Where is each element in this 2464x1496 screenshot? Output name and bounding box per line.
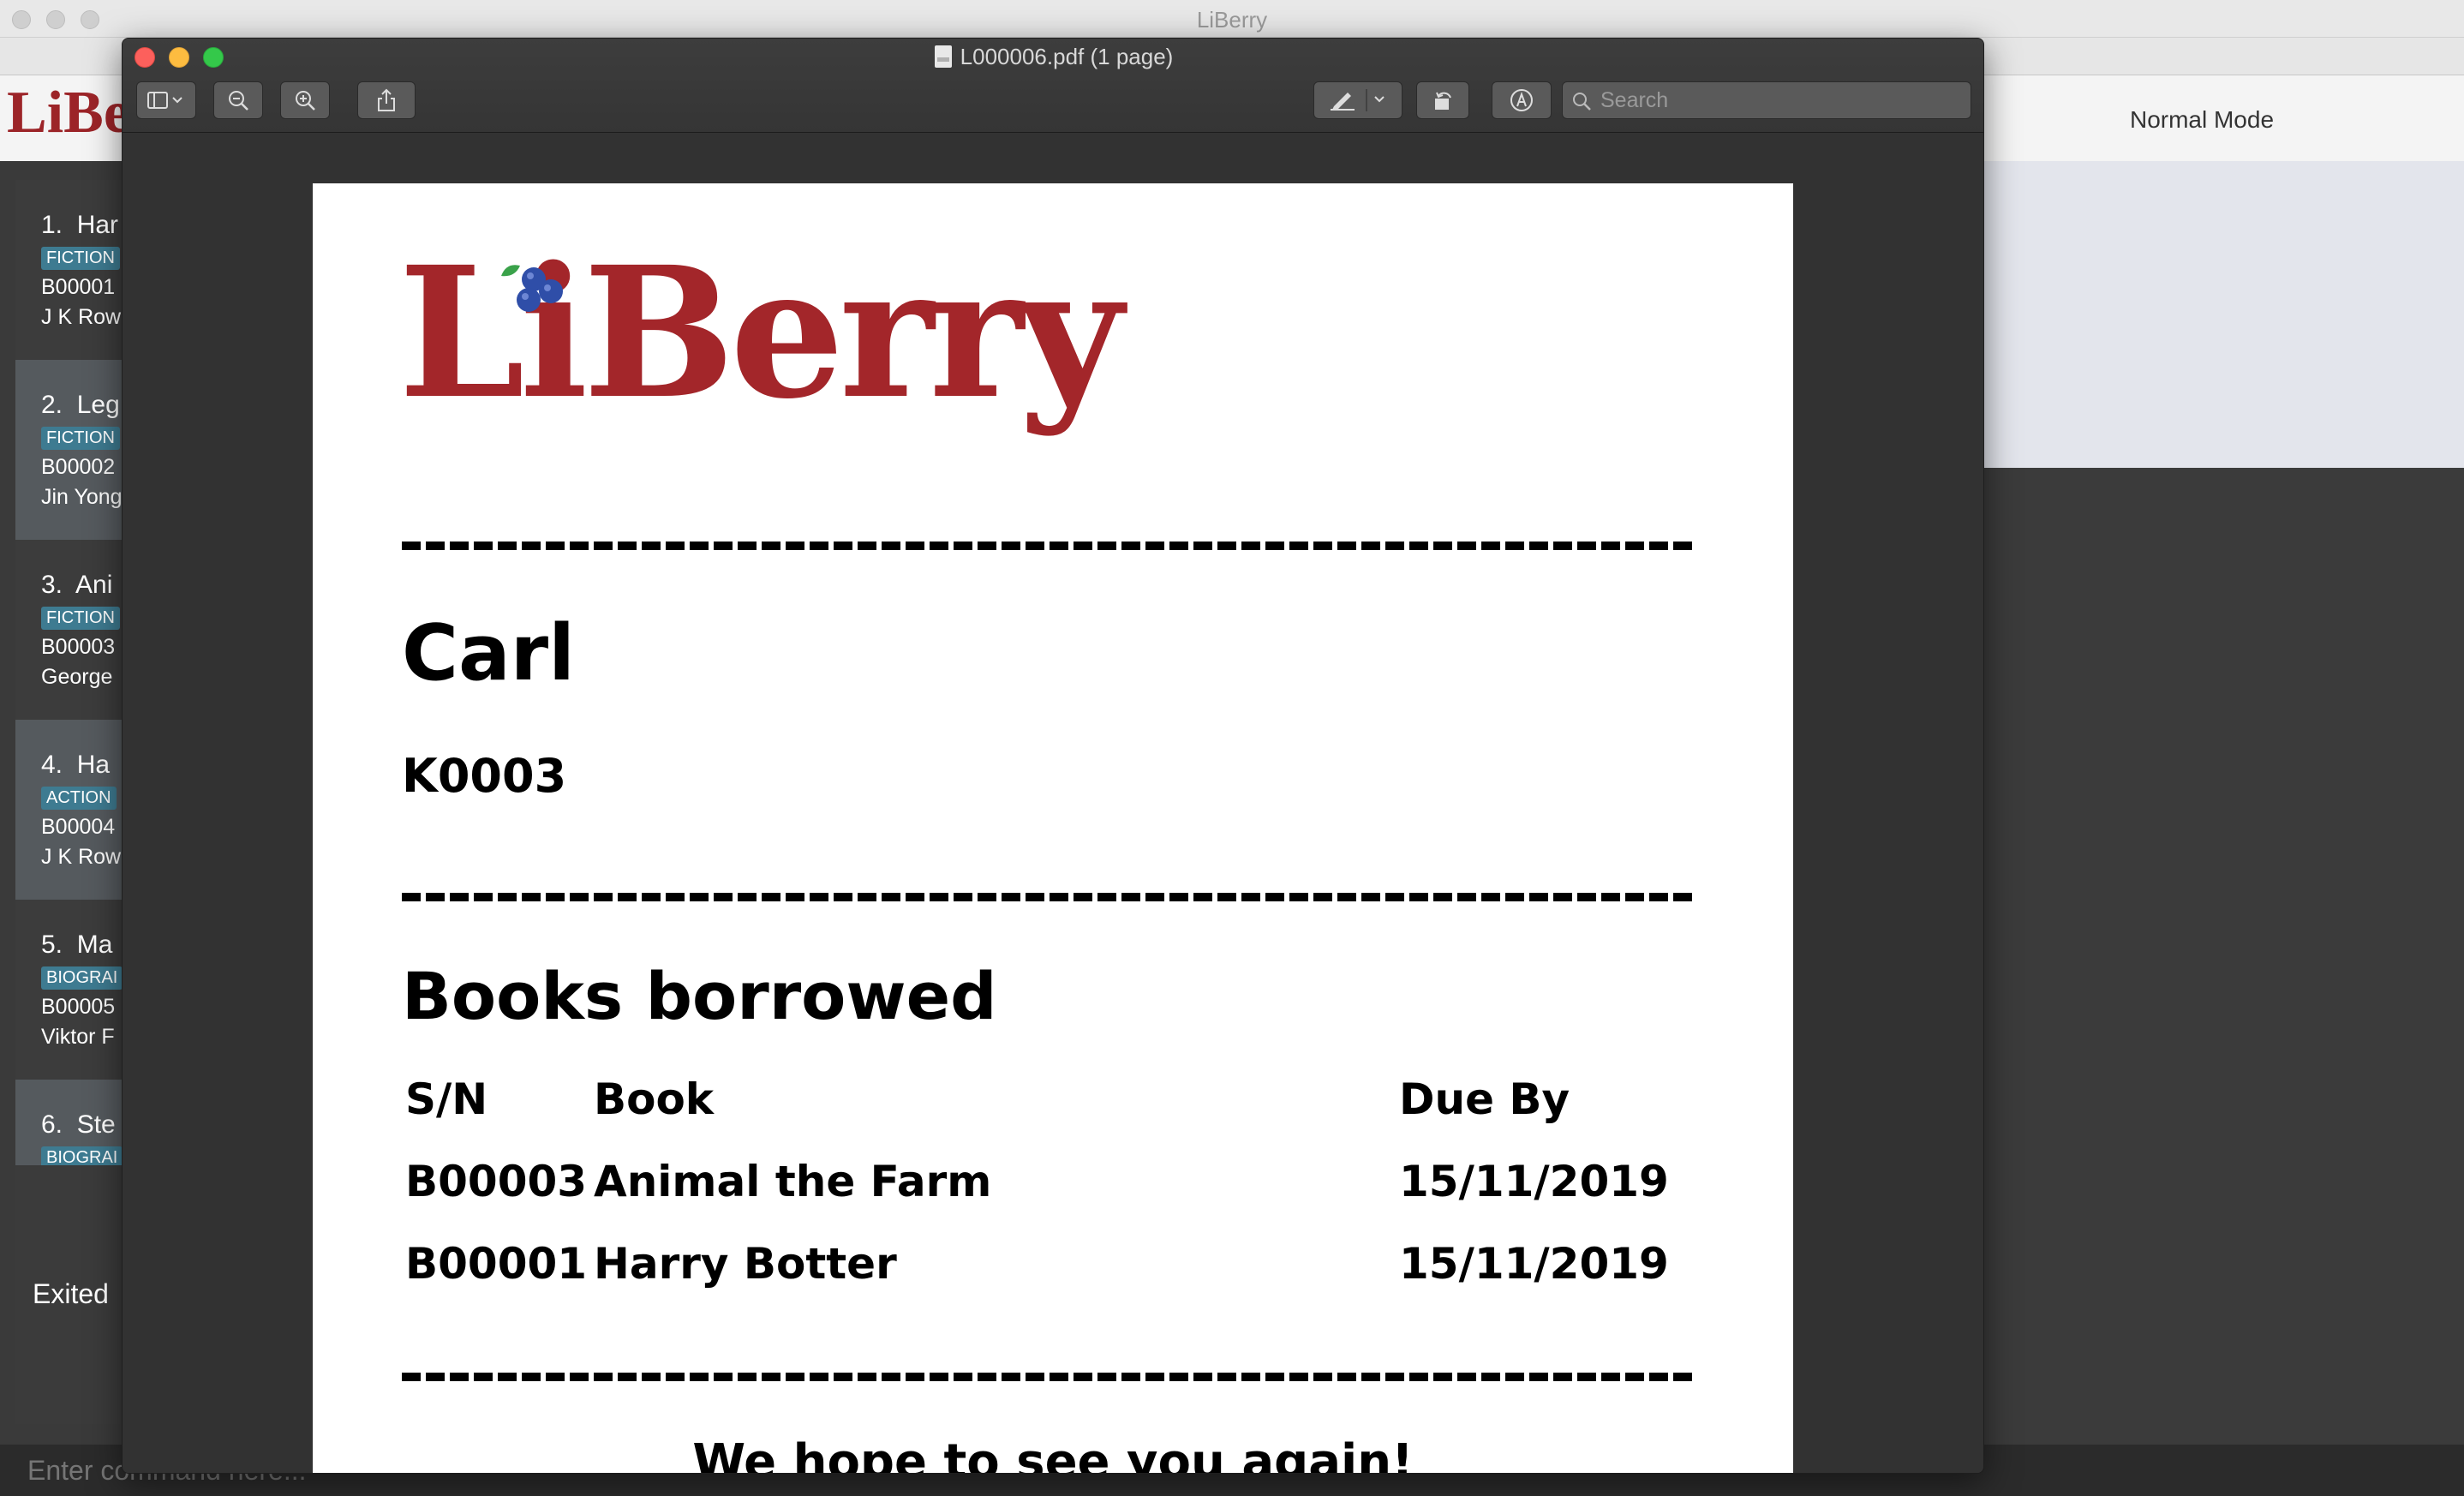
zoom-out-icon	[229, 91, 248, 111]
book-tag: FICTION	[41, 427, 120, 450]
zoom-in-icon	[296, 91, 315, 111]
book-tag: BIOGRAI	[41, 1146, 123, 1165]
document-viewport[interactable]: LiBerry Carl K0003 Books borrowed S/N Bo…	[123, 134, 1983, 1474]
sidebar-toggle-button[interactable]	[136, 81, 196, 119]
app-logo: LiBe	[7, 80, 130, 146]
markup-button[interactable]	[1313, 81, 1402, 119]
preview-titlebar: L000006.pdf (1 page)	[123, 39, 1983, 133]
berry-logo-icon	[501, 265, 563, 312]
rotate-icon	[1435, 92, 1451, 110]
zoom-out-button[interactable]	[213, 81, 263, 119]
detail-panel	[1984, 161, 2464, 468]
search-input[interactable]	[1600, 86, 1960, 115]
app-window-title: LiBerry	[1196, 7, 1268, 33]
result-text: Exited	[33, 1278, 109, 1309]
liberry-logo: LiBerry	[398, 243, 1123, 449]
search-icon	[1573, 93, 1591, 111]
sidebar-icon	[147, 92, 182, 109]
row-due: 15/11/2019	[1399, 1157, 1669, 1206]
mode-label: Normal Mode	[2129, 106, 2275, 133]
member-id: K0003	[402, 749, 567, 803]
farewell-message: We hope to see you again!	[692, 1434, 1414, 1474]
member-name: Carl	[402, 608, 576, 698]
book-tag: FICTION	[41, 607, 120, 630]
book-tag: ACTION	[41, 787, 117, 810]
column-header-sn: S/N	[405, 1074, 488, 1124]
markup-pen-icon	[1331, 89, 1385, 111]
row-sn: B00003	[405, 1157, 588, 1206]
pdf-preview-window: L000006.pdf (1 page) LiBerry	[122, 38, 1984, 1474]
app-titlebar: LiBerry	[0, 0, 2464, 38]
preview-title-text: L000006.pdf (1 page)	[960, 44, 1174, 69]
annotate-button[interactable]	[1492, 81, 1552, 119]
dashed-divider	[402, 1373, 1697, 1381]
column-header-book: Book	[594, 1074, 715, 1124]
rotate-button[interactable]	[1416, 81, 1469, 119]
row-book: Animal the Farm	[594, 1157, 992, 1206]
zoom-in-button[interactable]	[280, 81, 330, 119]
share-icon	[378, 88, 395, 111]
detail-panel-background	[1984, 468, 2464, 1496]
row-book: Harry Botter	[594, 1239, 897, 1289]
book-tag: FICTION	[41, 247, 120, 270]
section-title: Books borrowed	[402, 958, 997, 1034]
dashed-divider	[402, 542, 1697, 550]
share-button[interactable]	[357, 81, 416, 119]
pdf-document-icon	[934, 45, 952, 68]
preview-title: L000006.pdf (1 page)	[123, 44, 1983, 70]
search-field[interactable]	[1562, 81, 1971, 119]
annotate-icon	[1510, 89, 1533, 111]
row-sn: B00001	[405, 1239, 588, 1289]
row-due: 15/11/2019	[1399, 1239, 1669, 1289]
column-header-due: Due By	[1399, 1074, 1570, 1124]
pdf-page: LiBerry Carl K0003 Books borrowed S/N Bo…	[313, 183, 1793, 1474]
book-tag: BIOGRAI	[41, 966, 123, 990]
dashed-divider	[402, 893, 1697, 901]
